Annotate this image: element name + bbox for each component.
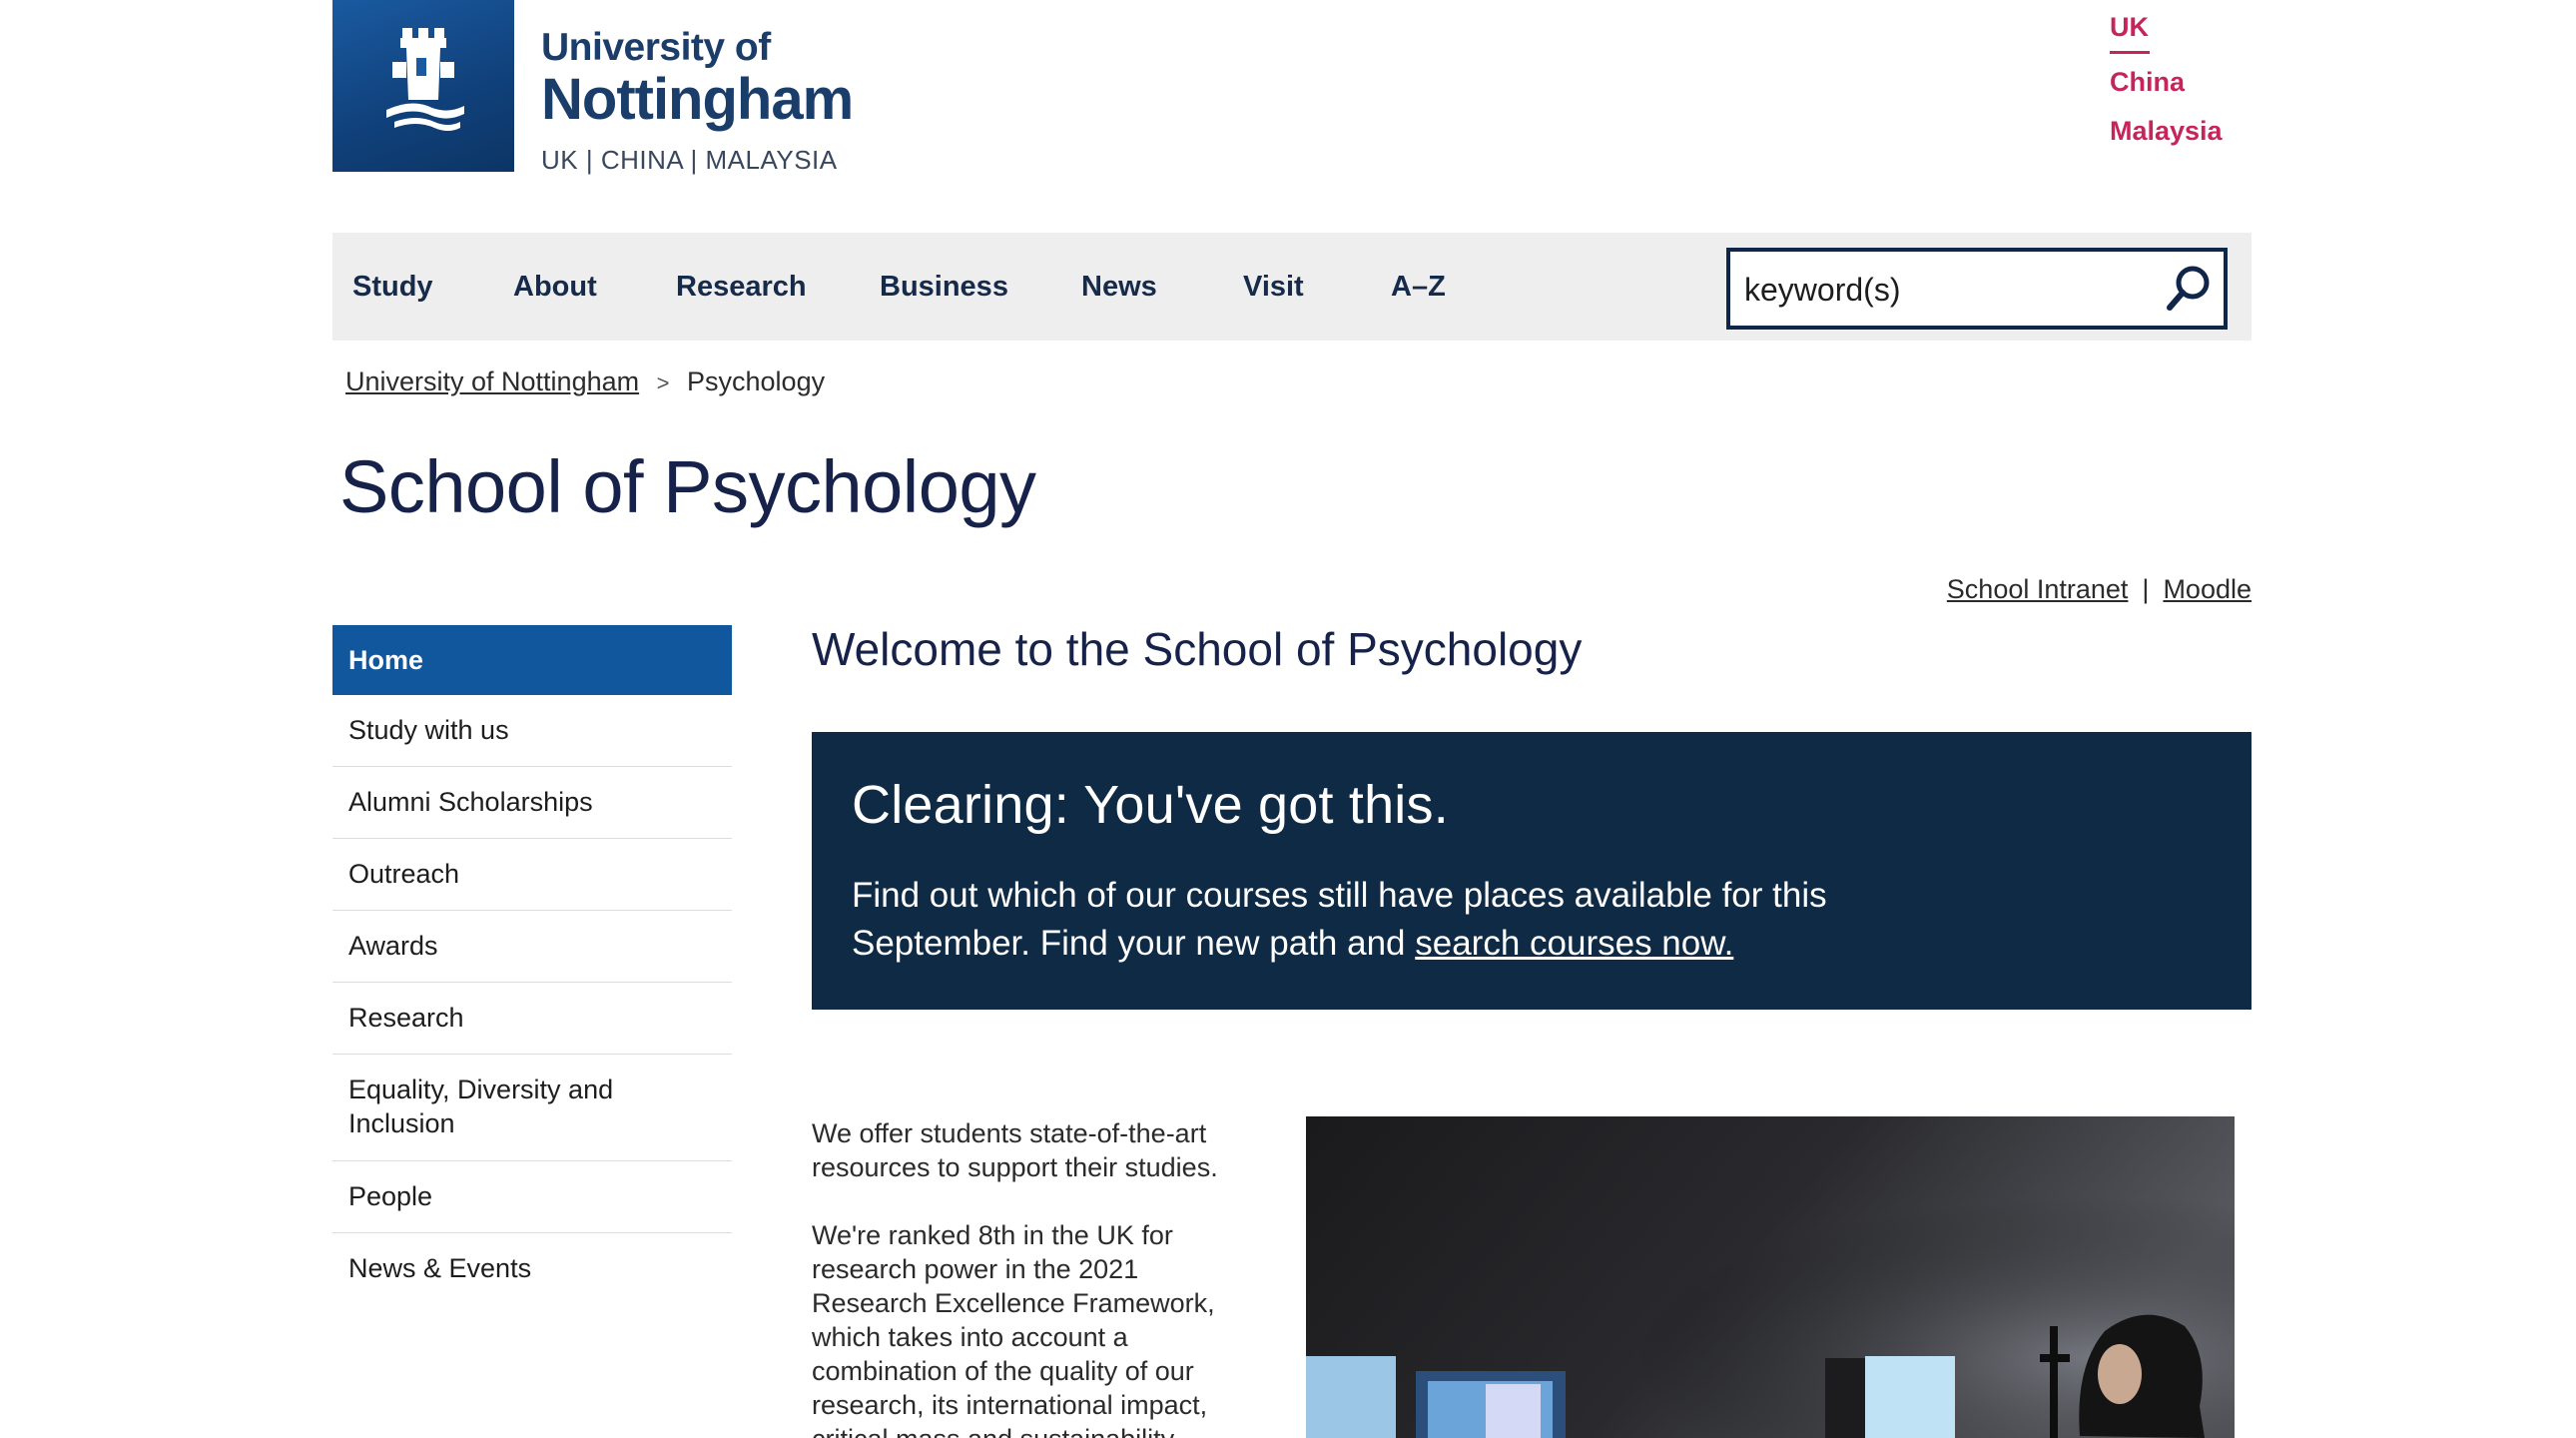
search-input[interactable] (1744, 270, 2144, 310)
nav-visit[interactable]: Visit (1243, 271, 1304, 304)
moodle-link[interactable]: Moodle (2163, 574, 2252, 604)
nav-study[interactable]: Study (352, 271, 433, 304)
logo-line-1: University of (541, 26, 771, 69)
clearing-title: Clearing: You've got this. (852, 775, 1449, 835)
search-courses-link[interactable]: search courses now. (1415, 924, 1733, 963)
intro-paragraph-2: We're ranked 8th in the UK for research … (812, 1220, 1215, 1438)
section-sidebar: Home Study with us Alumni Scholarships O… (332, 625, 732, 1305)
sidebar-item-alumni-scholarships[interactable]: Alumni Scholarships (332, 767, 732, 839)
sidebar-item-people[interactable]: People (332, 1161, 732, 1233)
university-wordmark[interactable]: University of Nottingham UK | CHINA | MA… (541, 26, 854, 176)
utility-links: School Intranet | Moodle (1947, 574, 2252, 605)
sidebar-item-study-with-us[interactable]: Study with us (332, 695, 732, 767)
search-icon (2167, 266, 2210, 311)
intro-paragraph-1: We offer students state-of-the-art resou… (812, 1118, 1218, 1182)
sidebar-item-outreach[interactable]: Outreach (332, 839, 732, 911)
intro-text: We offer students state-of-the-art resou… (812, 1116, 1251, 1438)
page: University of Nottingham UK | CHINA | MA… (0, 0, 2576, 1438)
nav-business[interactable]: Business (880, 271, 1008, 304)
sidebar-item-research[interactable]: Research (332, 983, 732, 1055)
lab-photo (1306, 1116, 2235, 1438)
clearing-banner: Clearing: You've got this. Find out whic… (812, 732, 2252, 1010)
logo-line-2: Nottingham (541, 66, 854, 132)
welcome-heading: Welcome to the School of Psychology (812, 623, 1583, 675)
main-navigation: Study About Research Business News Visit… (332, 233, 2252, 341)
sidebar-item-home[interactable]: Home (332, 625, 732, 695)
campus-link-malaysia[interactable]: Malaysia (2110, 118, 2223, 145)
logo-line-3: UK | CHINA | MALAYSIA (541, 144, 838, 175)
sidebar-item-news-events[interactable]: News & Events (332, 1233, 732, 1305)
university-logo-crest[interactable] (332, 0, 514, 172)
lab-photo-image (1306, 1116, 2235, 1438)
search-box (1726, 248, 2228, 330)
search-button[interactable] (2162, 262, 2216, 316)
utility-separator: | (2142, 574, 2150, 604)
nav-news[interactable]: News (1081, 271, 1157, 304)
breadcrumb: University of Nottingham > Psychology (345, 366, 825, 397)
breadcrumb-current: Psychology (687, 366, 826, 396)
school-intranet-link[interactable]: School Intranet (1947, 574, 2129, 604)
clearing-text: Find out which of our courses still have… (852, 872, 1950, 968)
sidebar-item-awards[interactable]: Awards (332, 911, 732, 983)
breadcrumb-separator: > (656, 370, 670, 395)
nav-about[interactable]: About (513, 271, 597, 304)
page-title: School of Psychology (339, 445, 1036, 528)
campus-link-china[interactable]: China (2110, 69, 2223, 96)
breadcrumb-home-link[interactable]: University of Nottingham (345, 366, 639, 396)
campus-switcher: UK China Malaysia (2110, 14, 2223, 167)
nav-research[interactable]: Research (676, 271, 807, 304)
castle-icon (386, 28, 464, 131)
sidebar-item-equality-diversity-inclusion[interactable]: Equality, Diversity and Inclusion (332, 1055, 652, 1160)
nav-a-z[interactable]: A–Z (1391, 271, 1446, 304)
campus-link-uk[interactable]: UK (2110, 14, 2150, 54)
